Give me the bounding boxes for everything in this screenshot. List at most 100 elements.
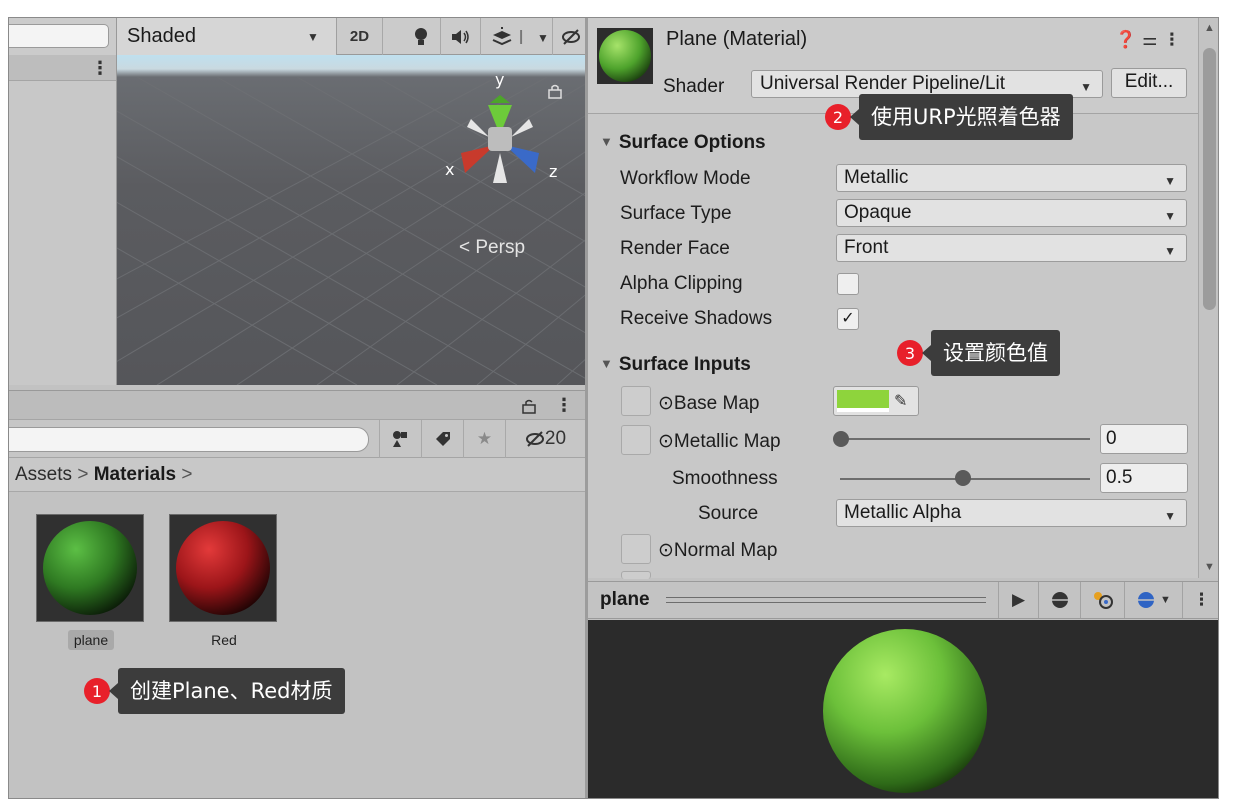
shader-label: Shader: [663, 76, 725, 97]
metallic-map-label: ⊙Metallic Map: [658, 431, 781, 452]
eyedropper-icon[interactable]: ✎: [894, 391, 907, 411]
hierarchy-search-input[interactable]: [9, 24, 109, 48]
foldout-triangle-icon: ▼: [600, 356, 613, 371]
scrollbar-thumb[interactable]: [1203, 48, 1216, 310]
lock-icon[interactable]: [521, 398, 537, 414]
source-label: Source: [698, 503, 759, 524]
sphere-icon: [1138, 592, 1155, 608]
scroll-up-icon[interactable]: ▲: [1204, 22, 1215, 34]
breadcrumb-assets[interactable]: Assets: [15, 464, 72, 485]
filter-by-label-button[interactable]: [421, 420, 463, 458]
preview-mesh-button[interactable]: [1038, 582, 1080, 618]
chevron-down-icon: ▼: [1164, 174, 1176, 188]
preset-sliders-icon[interactable]: ⚌: [1142, 30, 1163, 49]
star-icon: ★: [476, 429, 493, 448]
help-icon[interactable]: ❓: [1115, 30, 1142, 49]
chevron-down-icon: ▼: [1164, 209, 1176, 223]
play-preview-button[interactable]: ▶: [998, 582, 1038, 618]
callout-text: 使用URP光照着色器: [850, 94, 1073, 140]
receive-shadows-checkbox[interactable]: ✓: [837, 308, 859, 330]
metallic-slider-handle[interactable]: [833, 431, 849, 447]
chevron-down-icon: ▼: [1164, 244, 1176, 258]
metallic-slider-track[interactable]: [840, 438, 1090, 440]
kebab-menu-icon[interactable]: ⋮: [1163, 30, 1186, 49]
type-filter-icon: [392, 431, 407, 447]
base-map-label: ⊙Base Map: [658, 393, 760, 414]
dropdown-value: Metallic: [844, 167, 909, 188]
smoothness-value-field[interactable]: 0.5: [1100, 463, 1188, 493]
shading-mode-dropdown[interactable]: Shaded ▼: [117, 18, 337, 55]
surface-inputs-foldout[interactable]: ▼ Surface Inputs: [600, 354, 751, 376]
preview-lighting-button[interactable]: [1080, 582, 1124, 618]
texture-slot[interactable]: [621, 571, 651, 579]
preview-background-dropdown[interactable]: ▼: [1124, 582, 1182, 618]
callout-number: 1: [84, 678, 110, 704]
hidden-objects-toggle[interactable]: [553, 18, 585, 55]
inspector-scrollbar[interactable]: ▲ ▼: [1198, 18, 1218, 578]
label-tag-icon: [435, 432, 450, 446]
breadcrumb-separator: >: [181, 464, 193, 485]
normal-map-texture-slot[interactable]: [621, 534, 651, 564]
edit-shader-button[interactable]: Edit...: [1111, 68, 1187, 98]
kebab-menu-icon[interactable]: ⋮: [555, 396, 573, 414]
asset-thumbnail: [36, 514, 144, 622]
preview-toolbar: plane ▶ ▼ ⋮: [588, 581, 1218, 619]
base-color-swatch[interactable]: [837, 390, 889, 412]
scene-view[interactable]: y x z < Persp: [117, 55, 585, 385]
preview-drag-handle[interactable]: [666, 597, 986, 603]
chevron-down-icon: ▼: [537, 31, 549, 45]
callout-3: 3 设置颜色值: [897, 330, 1060, 376]
callout-number: 2: [825, 104, 851, 130]
surface-options-foldout[interactable]: ▼ Surface Options: [600, 132, 766, 154]
smoothness-label: Smoothness: [672, 468, 778, 489]
project-search-input[interactable]: [9, 427, 369, 452]
preview-sphere: [823, 629, 987, 793]
asset-item-red[interactable]: Red: [169, 514, 279, 650]
gizmo-z-label: z: [549, 162, 557, 181]
dropdown-value: Opaque: [844, 202, 912, 223]
callout-1: 1 创建Plane、Red材质: [84, 668, 345, 714]
project-panel-header: ⋮: [9, 390, 585, 420]
metallic-map-texture-slot[interactable]: [621, 425, 651, 455]
asset-item-plane[interactable]: plane: [36, 514, 146, 650]
lighting-toggle-button[interactable]: [401, 18, 441, 55]
callout-text: 设置颜色值: [922, 330, 1060, 376]
workflow-mode-dropdown[interactable]: Metallic ▼: [836, 164, 1187, 192]
asset-label: plane: [67, 630, 115, 650]
play-icon: ▶: [1011, 590, 1026, 609]
filter-by-type-button[interactable]: [379, 420, 421, 458]
material-preview[interactable]: [588, 620, 1218, 798]
smoothness-source-dropdown[interactable]: Metallic Alpha ▼: [836, 499, 1187, 527]
effects-dropdown[interactable]: | ▼: [481, 18, 553, 55]
base-map-texture-slot[interactable]: [621, 386, 651, 416]
checkmark-icon: ✓: [841, 310, 855, 327]
kebab-menu-icon[interactable]: ⋮: [91, 59, 109, 77]
lock-icon[interactable]: [547, 83, 563, 99]
sphere-mesh-icon: [1051, 592, 1068, 608]
surface-type-label: Surface Type: [620, 203, 732, 224]
effects-layers-icon: [492, 26, 512, 45]
base-color-field[interactable]: ✎: [833, 386, 919, 416]
material-sphere-icon: [43, 521, 137, 615]
render-face-dropdown[interactable]: Front ▼: [836, 234, 1187, 262]
chevron-down-icon: ▼: [307, 30, 319, 44]
surface-type-dropdown[interactable]: Opaque ▼: [836, 199, 1187, 227]
2d-toggle-button[interactable]: 2D: [337, 18, 383, 55]
scroll-down-icon[interactable]: ▼: [1204, 561, 1215, 573]
normal-map-label: ⊙Normal Map: [658, 540, 778, 561]
alpha-clipping-checkbox[interactable]: [837, 273, 859, 295]
asset-grid: plane Red: [9, 492, 585, 798]
divider: |: [519, 28, 524, 45]
audio-toggle-button[interactable]: [441, 18, 481, 55]
toolbar-separator: [383, 18, 401, 55]
workflow-mode-label: Workflow Mode: [620, 168, 751, 189]
favorite-button[interactable]: ★: [463, 420, 505, 458]
hierarchy-toolbar: [9, 18, 117, 55]
hidden-packages-toggle[interactable]: 20: [505, 420, 585, 458]
projection-label[interactable]: < Persp: [459, 237, 525, 259]
preview-kebab-menu[interactable]: ⋮: [1182, 582, 1218, 618]
smoothness-slider-handle[interactable]: [955, 470, 971, 486]
metallic-value-field[interactable]: 0: [1100, 424, 1188, 454]
breadcrumb-materials[interactable]: Materials: [94, 464, 176, 485]
callout-text: 创建Plane、Red材质: [109, 668, 345, 714]
